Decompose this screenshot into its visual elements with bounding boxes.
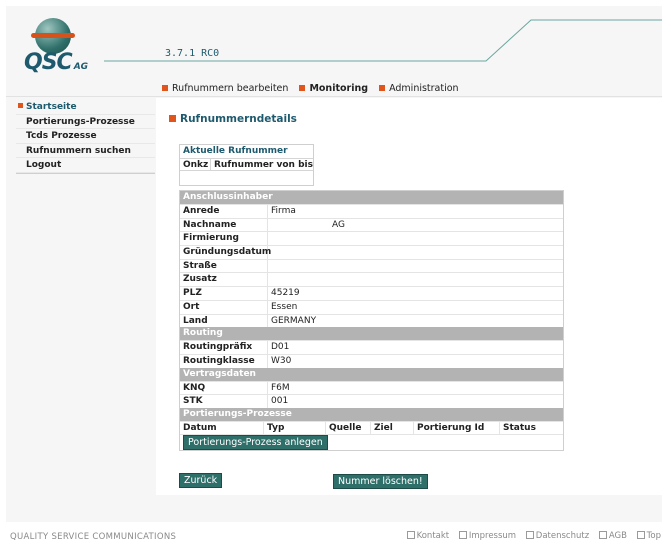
top-icon [636, 531, 645, 539]
portierung-action-row: Portierungs-Prozess anlegen [180, 433, 563, 450]
footer-link-top[interactable]: Top [636, 531, 661, 541]
top-navigation: Rufnummern bearbeiten Monitoring Adminis… [162, 83, 467, 94]
section-routing: Routing [180, 327, 563, 341]
bullet-icon [169, 115, 176, 122]
bullet-icon [162, 85, 168, 91]
version-label: 3.7.1 RC0 [165, 48, 220, 59]
nav-divider [6, 96, 662, 97]
bullet-icon [299, 85, 306, 91]
column-status: Status [503, 422, 536, 433]
topnav-rufnummern-bearbeiten[interactable]: Rufnummern bearbeiten [162, 83, 288, 94]
sidebar-item-startseite[interactable]: Startseite [16, 100, 155, 115]
details-table: Anschlussinhaber Anrede Firma Nachname AG … [179, 190, 564, 451]
portierung-table-header: Datum Typ Quelle Ziel Portierung Id Stat… [180, 420, 563, 434]
contact-icon [406, 531, 415, 539]
footer-link-impressum[interactable]: Impressum [458, 531, 516, 541]
row-zusatz: Zusatz [180, 272, 563, 287]
sidebar-item-portierungs-prozesse[interactable]: Portierungs-Prozesse [16, 115, 155, 129]
footer-link-agb[interactable]: AGB [598, 531, 627, 541]
row-land: Land GERMANY [180, 313, 563, 328]
delete-number-button[interactable]: Nummer löschen! [333, 474, 428, 489]
logo-text: QSC [24, 50, 73, 75]
info-icon [458, 531, 467, 539]
back-button[interactable]: Zurück [179, 473, 223, 488]
terms-icon [598, 531, 607, 539]
logo-suffix: AG [73, 62, 89, 72]
column-onkz: Onkz [180, 159, 211, 170]
column-portierung-id: Portierung Id [414, 421, 500, 434]
create-portierung-button[interactable]: Portierungs-Prozess anlegen [183, 434, 328, 450]
aktuelle-rufnummer-header: Onkz Rufnummer von bis [180, 158, 313, 171]
footer-brand: QUALITY SERVICE COMMUNICATIONS [10, 532, 177, 542]
row-routingpraefix: Routingpräfix D01 [180, 340, 563, 354]
footer-links: Kontakt Impressum Datenschutz AGB Top [400, 531, 661, 541]
sidebar-item-rufnummern-suchen[interactable]: Rufnummern suchen [16, 144, 155, 158]
sidebar-item-logout[interactable]: Logout [16, 158, 155, 173]
footer: QUALITY SERVICE COMMUNICATIONS Kontakt I… [0, 528, 671, 544]
page-frame: QSC AG 3.7.1 RC0 Rufnummern bearbeiten Mo… [6, 6, 662, 522]
bullet-icon [379, 85, 386, 91]
globe-icon [31, 18, 75, 54]
footer-link-kontakt[interactable]: Kontakt [406, 531, 449, 541]
topnav-administration[interactable]: Administration [379, 83, 459, 94]
row-plz: PLZ 45219 [180, 286, 563, 300]
privacy-icon [525, 531, 534, 539]
row-anrede: Anrede Firma [180, 204, 563, 218]
column-datum: Datum [180, 421, 264, 434]
page-title: Rufnummerndetails [169, 113, 297, 125]
column-typ: Typ [264, 421, 326, 434]
bullet-icon [18, 103, 23, 108]
row-nachname: Nachname AG [180, 217, 563, 232]
row-gruendungsdatum: Gründungsdatum [180, 245, 563, 259]
column-ziel: Ziel [371, 421, 414, 434]
main-content: Rufnummerndetails Aktuelle Rufnummer Onk… [156, 98, 662, 495]
row-ort: Ort Essen [180, 299, 563, 314]
aktuelle-rufnummer-title: Aktuelle Rufnummer [183, 146, 288, 156]
row-knq: KNQ F6M [180, 380, 563, 395]
column-rufnummer-range: Rufnummer von bis [214, 160, 313, 170]
qsc-logo[interactable]: QSC AG [18, 16, 108, 76]
aktuelle-rufnummer-table: Aktuelle Rufnummer Onkz Rufnummer von bi… [179, 144, 314, 186]
sidebar-item-tcds-prozesse[interactable]: Tcds Prozesse [16, 129, 155, 144]
topnav-monitoring[interactable]: Monitoring [299, 83, 368, 94]
row-routingklasse: Routingklasse W30 [180, 353, 563, 368]
row-firmierung: Firmierung [180, 231, 563, 246]
footer-link-datenschutz[interactable]: Datenschutz [525, 531, 589, 541]
section-vertragsdaten: Vertragsdaten [180, 367, 563, 381]
row-stk: STK 001 [180, 394, 563, 408]
section-anschlussinhaber: Anschlussinhaber [180, 191, 563, 204]
column-quelle: Quelle [326, 421, 371, 434]
section-portierungs-prozesse: Portierungs-Prozesse [180, 407, 563, 421]
sidebar: Startseite Portierungs-Prozesse Tcds Pro… [16, 100, 155, 174]
row-strasse: Straße [180, 258, 563, 273]
